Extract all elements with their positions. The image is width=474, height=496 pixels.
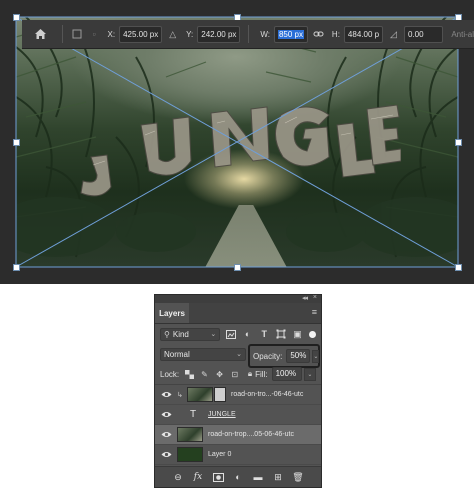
y-position-field[interactable]: 242.00 px bbox=[197, 25, 241, 43]
filter-toggle[interactable] bbox=[309, 330, 317, 338]
layer-thumbnail bbox=[187, 387, 213, 402]
adjustment-layer-icon[interactable]: ◐ bbox=[232, 471, 244, 483]
y-label: Y: bbox=[186, 29, 194, 39]
lock-image-pixels-icon[interactable]: ✎ bbox=[199, 369, 209, 380]
opacity-slider-chevron-icon[interactable]: ⌄ bbox=[312, 349, 320, 363]
opacity-field[interactable]: 50% bbox=[286, 349, 311, 363]
layer-thumbnail bbox=[177, 447, 203, 462]
reference-toggle-icon[interactable]: ▫ bbox=[88, 27, 101, 41]
lock-all-icon[interactable]: 🔒︎ bbox=[245, 369, 255, 380]
angle-field[interactable]: 0.00 bbox=[403, 25, 444, 43]
layer-name[interactable]: road-on-tro...-06-46-utc bbox=[231, 391, 303, 398]
h-label: H: bbox=[331, 29, 340, 39]
height-field[interactable]: 484.00 p bbox=[343, 25, 384, 43]
fill-label: Fill: bbox=[255, 369, 268, 379]
lock-transparent-pixels-icon[interactable] bbox=[184, 369, 194, 380]
layer-row[interactable]: ↳ road-on-tro...-06-46-utc bbox=[155, 385, 321, 405]
eye-icon[interactable] bbox=[157, 431, 175, 438]
home-icon[interactable] bbox=[28, 23, 54, 45]
close-panel-icon[interactable]: × bbox=[313, 294, 317, 301]
filter-kind-value: Kind bbox=[172, 329, 189, 339]
panel-menu-icon[interactable]: ≡ bbox=[312, 307, 317, 317]
eye-icon[interactable] bbox=[157, 411, 175, 418]
filter-type-icon[interactable]: T bbox=[258, 328, 270, 340]
link-icon[interactable] bbox=[312, 27, 325, 41]
w-label: W: bbox=[260, 29, 270, 39]
filter-smart-object-icon[interactable]: ▣ bbox=[292, 328, 304, 340]
eye-icon[interactable] bbox=[157, 451, 175, 458]
lock-artboard-icon[interactable]: ⊡ bbox=[230, 369, 240, 380]
search-icon: ⚲ bbox=[164, 329, 170, 339]
transform-handle-top-left[interactable] bbox=[13, 14, 20, 21]
layer-thumbnail bbox=[177, 427, 203, 442]
layers-panel-footer: ⊖ fx ◐ ▬ ⊞ 🗑︎ bbox=[155, 466, 321, 487]
eye-icon[interactable] bbox=[157, 391, 175, 398]
chevron-down-icon: ⌄ bbox=[210, 331, 217, 338]
panel-title-strip: ◂◂ × bbox=[155, 294, 321, 303]
transform-handle-bottom-left[interactable] bbox=[13, 264, 20, 271]
blend-mode-dropdown[interactable]: Normal ⌄ bbox=[160, 347, 246, 361]
collapse-icon[interactable]: ◂◂ bbox=[302, 294, 308, 302]
transform-handle-right[interactable] bbox=[455, 139, 462, 146]
clipping-mask-arrow-icon: ↳ bbox=[177, 391, 183, 399]
transform-handle-bottom[interactable] bbox=[234, 264, 241, 271]
options-bar: ▫ X: 425.00 px △ Y: 242.00 px W: 850 px … bbox=[22, 20, 474, 49]
layer-filter-row: ⚲ Kind ⌄ ◐ T ▣ bbox=[155, 324, 321, 344]
width-field[interactable]: 850 px bbox=[273, 25, 309, 43]
delta-icon[interactable]: △ bbox=[166, 27, 179, 41]
layer-row-selected[interactable]: road-on-trop....05-06-46-utc bbox=[155, 425, 321, 445]
blend-mode-value: Normal bbox=[164, 349, 190, 359]
layers-list: ↳ road-on-tro...-06-46-utc T JUNGLE road… bbox=[155, 384, 321, 465]
transform-handle-left[interactable] bbox=[13, 139, 20, 146]
filter-shape-icon[interactable] bbox=[275, 328, 287, 340]
reference-point-icon[interactable] bbox=[71, 27, 84, 41]
fill-field[interactable]: 100% bbox=[271, 367, 302, 381]
x-label: X: bbox=[107, 29, 116, 39]
rotate-angle-icon: ◿ bbox=[390, 28, 397, 39]
filter-adjustment-icon[interactable]: ◐ bbox=[242, 328, 254, 340]
filter-pixel-icon[interactable] bbox=[225, 328, 237, 340]
anti-alias-option[interactable]: Anti-al bbox=[451, 30, 474, 39]
text-layer-icon: T bbox=[189, 409, 197, 420]
tab-layers[interactable]: Layers bbox=[155, 303, 189, 323]
lock-position-icon[interactable]: ✥ bbox=[215, 369, 225, 380]
delete-layer-icon[interactable]: 🗑︎ bbox=[292, 471, 304, 483]
width-value-selected: 850 px bbox=[277, 29, 305, 39]
add-mask-icon[interactable] bbox=[212, 471, 224, 483]
lock-label: Lock: bbox=[160, 369, 180, 379]
fill-slider-chevron-icon[interactable]: ⌄ bbox=[303, 367, 317, 381]
x-position-field[interactable]: 425.00 px bbox=[119, 25, 163, 43]
opacity-label: Opacity: bbox=[253, 351, 283, 361]
layer-row[interactable]: T JUNGLE bbox=[155, 405, 321, 425]
layer-name[interactable]: road-on-trop....05-06-46-utc bbox=[208, 431, 294, 438]
filter-kind-dropdown[interactable]: ⚲ Kind ⌄ bbox=[160, 327, 221, 341]
layer-row[interactable]: Layer 0 bbox=[155, 445, 321, 465]
new-group-icon[interactable]: ▬ bbox=[252, 471, 264, 483]
layer-name[interactable]: JUNGLE bbox=[208, 411, 236, 418]
panel-tab-bar: Layers ≡ bbox=[155, 303, 321, 324]
layer-mask-thumbnail[interactable] bbox=[214, 387, 226, 402]
link-layers-icon[interactable]: ⊖ bbox=[172, 471, 184, 483]
document-canvas[interactable]: ▫ X: 425.00 px △ Y: 242.00 px W: 850 px … bbox=[0, 0, 474, 284]
fx-icon[interactable]: fx bbox=[192, 471, 204, 483]
transform-handle-bottom-right[interactable] bbox=[455, 264, 462, 271]
layer-name[interactable]: Layer 0 bbox=[208, 451, 231, 458]
chevron-down-icon: ⌄ bbox=[236, 351, 242, 358]
layers-panel: ◂◂ × Layers ≡ ⚲ Kind ⌄ ◐ T ▣ Normal ⌄ Op… bbox=[154, 294, 322, 488]
lock-fill-row: Lock: ✎ ✥ ⊡ 🔒︎ Fill: 100% ⌄ bbox=[155, 364, 321, 384]
new-layer-icon[interactable]: ⊞ bbox=[272, 471, 284, 483]
